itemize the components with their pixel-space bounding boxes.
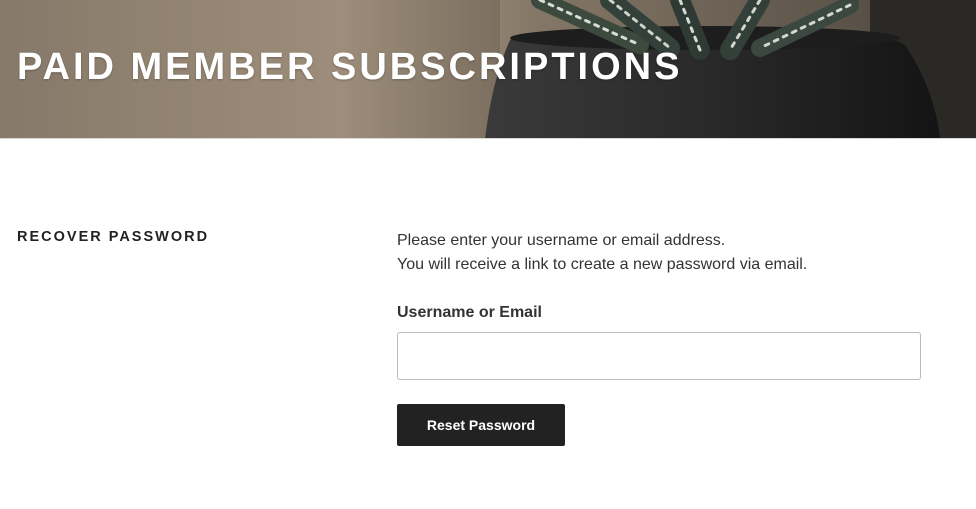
reset-password-button[interactable]: Reset Password <box>397 404 565 446</box>
recover-password-form: Please enter your username or email addr… <box>397 229 921 446</box>
intro-text-line-2: You will receive a link to create a new … <box>397 256 808 273</box>
site-header: PAID MEMBER SUBSCRIPTIONS <box>0 0 976 139</box>
site-title[interactable]: PAID MEMBER SUBSCRIPTIONS <box>17 46 682 89</box>
intro-text-line-1: Please enter your username or email addr… <box>397 232 726 249</box>
page-title: RECOVER PASSWORD <box>17 229 210 245</box>
form-intro: Please enter your username or email addr… <box>397 229 921 277</box>
username-email-input[interactable] <box>397 332 921 380</box>
username-email-label: Username or Email <box>397 304 542 321</box>
